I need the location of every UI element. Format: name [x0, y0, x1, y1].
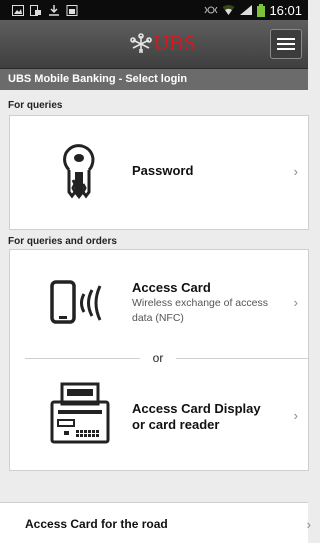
download-icon	[49, 4, 59, 16]
section-heading-queries-orders: For queries and orders	[8, 236, 117, 247]
password-label: Password	[132, 163, 194, 178]
login-option-access-card-road[interactable]: Access Card for the road ›	[0, 502, 311, 543]
vibrate-icon	[205, 6, 218, 14]
signal-icon	[240, 5, 253, 15]
card-reader-label: Access Card Display or card reader	[132, 401, 261, 432]
login-option-password[interactable]: Password ›	[10, 116, 308, 231]
section-heading-queries: For queries	[8, 100, 63, 111]
card-queries-orders: Access Card Wireless exchange of access …	[9, 249, 309, 471]
nfc-phone-icon	[50, 280, 102, 324]
login-option-card-reader[interactable]: Access Card Display or card reader ›	[10, 368, 308, 472]
status-bar: 16:01	[0, 0, 308, 20]
wifi-icon	[222, 5, 235, 15]
separator-or: or	[140, 351, 176, 365]
ubs-logo: UBS	[130, 31, 196, 56]
battery-icon	[257, 3, 266, 17]
keys-icon	[63, 144, 95, 199]
chevron-right-icon: ›	[293, 164, 298, 179]
keys-logo-icon	[130, 32, 152, 53]
calendar-icon	[66, 4, 78, 16]
access-card-label: Access Card	[132, 280, 211, 295]
app-header: UBS	[0, 20, 308, 69]
access-card-description: Wireless exchange of access data (NFC)	[132, 297, 268, 324]
chevron-right-icon: ›	[293, 408, 298, 423]
gallery-icon	[12, 4, 24, 16]
chevron-right-icon: ›	[306, 517, 311, 532]
page-title: UBS Mobile Banking - Select login	[0, 69, 308, 90]
access-card-road-label: Access Card for the road	[25, 517, 168, 531]
clock-time: 16:01	[269, 2, 302, 18]
logo-text: UBS	[154, 31, 197, 55]
chevron-right-icon: ›	[293, 295, 298, 310]
login-option-access-card[interactable]: Access Card Wireless exchange of access …	[10, 250, 308, 358]
menu-button[interactable]	[270, 29, 302, 59]
card-reader-icon	[50, 382, 110, 444]
screenshot-icon	[30, 4, 41, 16]
card-queries: Password ›	[9, 115, 309, 230]
